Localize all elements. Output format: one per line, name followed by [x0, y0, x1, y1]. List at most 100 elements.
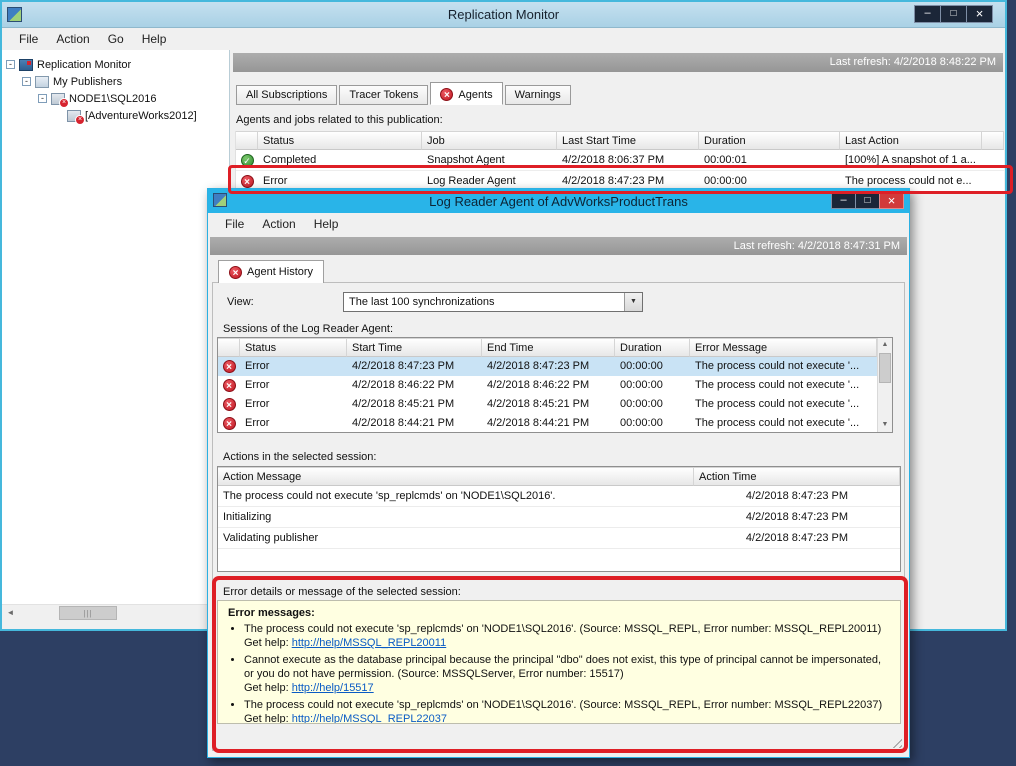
error-message-cell: The process could not execute '...	[690, 376, 877, 395]
log-reader-agent-window: Log Reader Agent of AdvWorksProductTrans…	[207, 188, 910, 758]
action-time-cell: 4/2/2018 8:47:23 PM	[694, 528, 900, 548]
error-message-cell: The process could not execute '...	[690, 357, 877, 376]
error-badge-icon	[59, 98, 69, 108]
column-header-error-message[interactable]: Error Message	[690, 338, 877, 357]
main-window-controls	[915, 5, 993, 23]
table-row[interactable]: The process could not execute 'sp_replcm…	[218, 486, 900, 507]
sessions-vertical-scrollbar[interactable]	[877, 338, 892, 432]
error-message-cell: The process could not execute '...	[690, 395, 877, 414]
action-message-cell: The process could not execute 'sp_replcm…	[218, 486, 694, 506]
error-messages-title: Error messages:	[228, 606, 890, 620]
table-row[interactable]: Error 4/2/2018 8:44:21 PM 4/2/2018 8:44:…	[218, 414, 877, 433]
menu-go[interactable]: Go	[99, 30, 133, 48]
maximize-icon[interactable]	[855, 192, 880, 209]
column-header-start-time[interactable]: Start Time	[347, 338, 482, 357]
resize-grip[interactable]	[889, 735, 902, 748]
column-header-status[interactable]: Status	[240, 338, 347, 357]
menu-action[interactable]: Action	[47, 30, 98, 48]
menu-action[interactable]: Action	[253, 215, 304, 233]
maximize-icon[interactable]	[940, 5, 967, 23]
menu-file[interactable]: File	[216, 215, 253, 233]
duration-cell: 00:00:00	[615, 395, 690, 414]
help-link[interactable]: http://help/MSSQL_REPL20011	[292, 637, 447, 649]
tree-item-label: Replication Monitor	[37, 59, 131, 71]
column-header-action-time[interactable]: Action Time	[694, 467, 900, 486]
row-status-cell	[218, 414, 240, 433]
tab-agents[interactable]: Agents	[430, 82, 502, 105]
status-cell: Error	[240, 414, 347, 433]
menu-help[interactable]: Help	[305, 215, 348, 233]
end-time-cell: 4/2/2018 8:47:23 PM	[482, 357, 615, 376]
minimize-icon[interactable]	[914, 5, 941, 23]
publisher-tree-panel: Replication Monitor My Publishers NODE1\…	[2, 50, 230, 621]
error-text: The process could not execute 'sp_replcm…	[244, 623, 881, 635]
scroll-up-icon[interactable]	[878, 338, 892, 352]
tree-item-adventureworks2012[interactable]: [AdventureWorks2012]	[6, 107, 229, 124]
column-header-status[interactable]: Status	[258, 131, 422, 150]
publication-tabs: All Subscriptions Tracer Tokens Agents W…	[236, 82, 1005, 105]
main-titlebar[interactable]: Replication Monitor	[2, 2, 1005, 28]
collapse-expander-icon[interactable]	[6, 60, 15, 69]
table-row[interactable]: Error 4/2/2018 8:46:22 PM 4/2/2018 8:46:…	[218, 376, 877, 395]
minimize-icon[interactable]	[831, 192, 856, 209]
end-time-cell: 4/2/2018 8:45:21 PM	[482, 395, 615, 414]
tab-warnings[interactable]: Warnings	[505, 85, 571, 105]
column-header-end-time[interactable]: End Time	[482, 338, 615, 357]
tree-item-replication-monitor[interactable]: Replication Monitor	[6, 56, 229, 73]
help-link[interactable]: http://help/15517	[292, 682, 374, 694]
error-status-icon	[223, 417, 236, 430]
end-time-cell: 4/2/2018 8:46:22 PM	[482, 376, 615, 395]
scroll-down-icon[interactable]	[878, 418, 892, 432]
menu-file[interactable]: File	[10, 30, 47, 48]
collapse-expander-icon[interactable]	[22, 77, 31, 86]
column-header-job[interactable]: Job	[422, 131, 557, 150]
tab-tracer-tokens[interactable]: Tracer Tokens	[339, 85, 428, 105]
tab-label: Warnings	[515, 89, 561, 101]
get-help-label: Get help:	[244, 637, 289, 649]
start-time-cell: 4/2/2018 8:44:21 PM	[347, 414, 482, 433]
scroll-left-icon[interactable]	[2, 605, 19, 621]
error-message-list: The process could not execute 'sp_replcm…	[244, 622, 890, 724]
view-dropdown[interactable]: The last 100 synchronizations	[343, 292, 643, 312]
status-icon-column-header[interactable]	[236, 131, 258, 150]
column-header-duration[interactable]: Duration	[699, 131, 840, 150]
tree-item-label: My Publishers	[53, 76, 122, 88]
tree-item-my-publishers[interactable]: My Publishers	[6, 73, 229, 90]
status-cell: Error	[240, 357, 347, 376]
table-row[interactable]: Error 4/2/2018 8:45:21 PM 4/2/2018 8:45:…	[218, 395, 877, 414]
tree-item-label: [AdventureWorks2012]	[85, 110, 197, 122]
agent-titlebar[interactable]: Log Reader Agent of AdvWorksProductTrans	[208, 189, 909, 213]
scrollbar-thumb[interactable]	[879, 353, 891, 383]
close-icon[interactable]	[879, 192, 904, 209]
help-link[interactable]: http://help/MSSQL_REPL22037	[292, 713, 447, 724]
filler-cell	[982, 150, 1004, 170]
column-header-last-action[interactable]: Last Action	[840, 131, 982, 150]
menu-help[interactable]: Help	[133, 30, 176, 48]
tree-item-node1-sql2016[interactable]: NODE1\SQL2016	[6, 90, 229, 107]
tab-agent-history[interactable]: Agent History	[218, 260, 324, 283]
tree-horizontal-scrollbar[interactable]	[2, 604, 228, 621]
close-icon[interactable]	[966, 5, 993, 23]
table-row[interactable]: Initializing 4/2/2018 8:47:23 PM	[218, 507, 900, 528]
table-row[interactable]: Validating publisher 4/2/2018 8:47:23 PM	[218, 528, 900, 549]
column-header-filler	[982, 131, 1004, 150]
get-help-line: Get help: http://help/15517	[244, 682, 374, 694]
table-row[interactable]: Error 4/2/2018 8:47:23 PM 4/2/2018 8:47:…	[218, 357, 877, 376]
status-cell: Completed	[258, 150, 422, 170]
tab-all-subscriptions[interactable]: All Subscriptions	[236, 85, 337, 105]
column-header-action-message[interactable]: Action Message	[218, 467, 694, 486]
column-header-duration[interactable]: Duration	[615, 338, 690, 357]
replication-monitor-icon	[19, 59, 33, 71]
column-header-last-start-time[interactable]: Last Start Time	[557, 131, 699, 150]
action-time-cell: 4/2/2018 8:47:23 PM	[694, 507, 900, 527]
collapse-expander-icon[interactable]	[38, 94, 47, 103]
status-icon-column-header[interactable]	[218, 338, 240, 357]
table-row[interactable]: Completed Snapshot Agent 4/2/2018 8:06:3…	[236, 150, 1004, 171]
scrollbar-thumb[interactable]	[59, 606, 117, 620]
chevron-down-icon[interactable]	[624, 293, 642, 311]
action-time-cell: 4/2/2018 8:47:23 PM	[694, 486, 900, 506]
action-message-cell: Initializing	[218, 507, 694, 527]
scrollbar-track[interactable]	[19, 605, 211, 621]
row-status-cell	[218, 376, 240, 395]
tab-label: Tracer Tokens	[349, 89, 418, 101]
